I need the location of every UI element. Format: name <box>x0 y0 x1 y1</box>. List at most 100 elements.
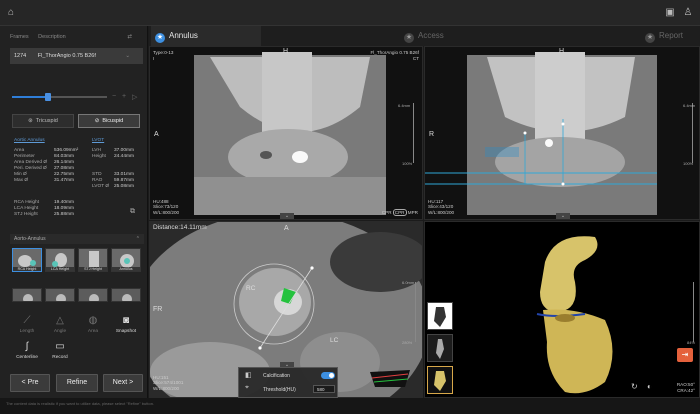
thumbnail[interactable]: RCA Height <box>12 248 42 272</box>
tab-report[interactable]: ★ Report <box>645 26 683 46</box>
tricuspid-button[interactable]: ⊛ Tricuspid <box>12 114 74 128</box>
orientation-marker: A <box>284 225 289 232</box>
export-button[interactable]: ⇥ <box>677 348 693 362</box>
mpr-control[interactable]: MPR <box>408 210 418 215</box>
thumbnail-label: STJ Height <box>79 267 107 271</box>
orientation-marker: FR <box>153 306 163 313</box>
chevron-down-icon[interactable]: ⌄ <box>125 48 130 64</box>
overlay-text: CT <box>412 55 419 61</box>
thumbnail-label: LCA Height <box>46 267 74 271</box>
scale-label: 6.0mm <box>402 280 415 285</box>
home-icon[interactable]: ⌂ <box>8 8 18 18</box>
tricuspid-label: Tricuspid <box>35 118 58 124</box>
reset-view-icon[interactable]: ◐ <box>647 382 652 391</box>
meas-value: 536.09mm² <box>54 148 79 153</box>
length-tool[interactable]: ⟋ Length <box>12 316 42 335</box>
aorto-annulus-title: Aorto-Annulus <box>14 236 46 242</box>
area-tool[interactable]: ◍ Area <box>78 316 108 335</box>
3d-model <box>536 236 613 394</box>
collapse-button[interactable]: ⌄ <box>556 213 570 219</box>
overlay-text: CRA:42° <box>677 387 695 393</box>
thumbnail[interactable] <box>111 288 141 302</box>
overlay-text: Slice:43/120 <box>428 204 454 209</box>
thumbnail[interactable]: STJ Height <box>78 248 108 272</box>
orientation-marker: R <box>429 131 435 138</box>
heart-view-button[interactable] <box>427 366 453 394</box>
thumbnail[interactable] <box>12 288 42 302</box>
record-tool[interactable]: ▭ Record <box>45 342 75 361</box>
ct-image <box>425 47 699 219</box>
threshold-input[interactable]: 580 <box>313 385 335 393</box>
frames-header: Frames <box>10 34 29 40</box>
collapse-button[interactable]: ⌄ <box>280 213 294 219</box>
thumbnail-image <box>112 289 140 301</box>
viewport-3d[interactable]: 84% ↻ ◐ RAO:50° CRA:42° <box>424 221 700 398</box>
copy-icon[interactable]: ⧉ <box>130 208 135 216</box>
overlay-text: Slice:574/1001 <box>153 380 184 385</box>
star-icon: ★ <box>155 33 165 43</box>
chevron-up-icon[interactable]: ⌃ <box>136 234 140 244</box>
threshold-label: Threshold(HU) <box>263 387 296 393</box>
tab-bar: ★ Annulus ★ Access ★ Report <box>149 26 700 46</box>
thumbnail-image <box>13 289 41 301</box>
camera-icon: ◙ <box>122 315 130 326</box>
thumbnail[interactable] <box>45 288 75 302</box>
centerline-icon: ∫ <box>25 341 29 352</box>
viewport-top-right[interactable]: H R 6.4mm 100% HU:117 Slice:43/120 W/L:8… <box>424 46 700 220</box>
frame-slider[interactable] <box>12 93 107 101</box>
meas-label: Peri. Derived Ø <box>14 166 47 171</box>
centerline-tool[interactable]: ∫ Centerline <box>12 341 42 361</box>
series-row[interactable]: 1274 Fl_ThorAngio 0.75 B26f ⌄ <box>10 48 143 64</box>
rotate-icon[interactable]: ↻ <box>631 382 638 391</box>
thumbnail[interactable]: LCA Height <box>45 248 75 272</box>
aorta-view-button[interactable] <box>427 302 453 330</box>
angle-tool[interactable]: △ Angle <box>45 316 75 335</box>
vessel-view-button[interactable] <box>427 334 453 362</box>
pre-button[interactable]: < Pre <box>10 374 50 392</box>
minus-icon[interactable]: − <box>112 93 116 100</box>
refine-button[interactable]: Refine <box>56 374 98 392</box>
user-settings-icon[interactable]: ♙ <box>682 7 694 19</box>
cpr-control[interactable]: CPR <box>382 210 392 215</box>
height-label: STJ Height <box>14 212 38 217</box>
height-value: 25.88mm <box>54 212 74 217</box>
snapshot-tool[interactable]: ◙ Snapshot <box>111 315 141 335</box>
view-info-bottom: HU:117 Slice:43/120 W/L:800/200 <box>428 199 454 216</box>
calcification-panel: ◧ ⌖ Calcification Threshold(HU) 580 <box>238 367 338 398</box>
view-info-bottom: HU:151 Slice:574/1001 W/L:800/200 <box>153 375 183 392</box>
aorto-annulus-header[interactable]: Aorto-Annulus ⌃ <box>10 234 144 244</box>
tab-annulus[interactable]: ★ Annulus <box>151 26 261 46</box>
plus-icon[interactable]: + <box>122 93 126 100</box>
play-icon[interactable]: ▷ <box>132 93 137 101</box>
lvot-label: LVH <box>92 148 101 153</box>
series-description: Fl_ThorAngio 0.75 B26f <box>37 53 96 59</box>
thumbnail[interactable]: Annulus <box>111 248 141 272</box>
viewport-top-left[interactable]: Type:0-13 I Fl_ThorAngio 0.75 B26f CT H … <box>149 46 423 220</box>
meas-label: Perimeter <box>14 154 35 159</box>
lvot-label: Height <box>92 154 106 159</box>
scale-label: 280% <box>402 340 413 345</box>
slider-knob[interactable] <box>45 93 52 101</box>
height-value: 19.40mm <box>54 200 74 205</box>
scale-bar <box>413 103 414 163</box>
next-button[interactable]: Next > <box>103 374 143 392</box>
meas-label: Area <box>14 148 25 153</box>
expand-icon[interactable]: ⇄ <box>127 34 132 40</box>
vessel-silhouette-icon <box>436 339 444 359</box>
calcification-toggle[interactable] <box>321 372 335 379</box>
orientation-marker: H <box>283 48 289 55</box>
cpr-toggle[interactable]: CPR <box>392 208 407 216</box>
thumbnail[interactable] <box>78 288 108 302</box>
tool-label: Centerline <box>16 355 38 360</box>
scale-label: 100% <box>683 161 694 166</box>
ct-image <box>150 47 422 219</box>
left-panel: Frames Description ⇄ 1274 Fl_ThorAngio 0… <box>0 26 148 414</box>
meas-label: Min Ø <box>14 172 27 177</box>
save-icon[interactable]: ▣ <box>664 7 676 19</box>
meas-value: 26.14mm <box>54 160 74 165</box>
tab-access[interactable]: ★ Access <box>404 26 444 46</box>
series-frames: 1274 <box>14 53 27 59</box>
scale-bar <box>415 282 416 342</box>
overlay-text: RAO:50° <box>676 382 695 387</box>
bicuspid-button[interactable]: ⊘ Bicuspid <box>78 114 140 128</box>
